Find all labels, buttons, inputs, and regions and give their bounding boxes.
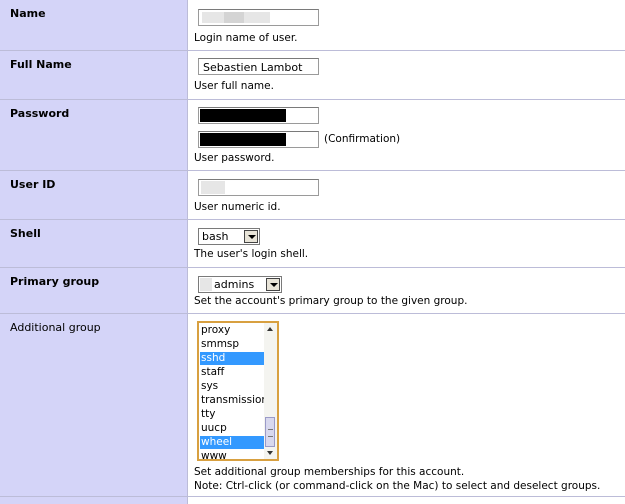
additional-group-listbox[interactable]: proxy smmsp sshd staff sys transmission … [197, 321, 279, 461]
password-confirmation-input[interactable] [198, 131, 319, 148]
list-item[interactable]: smmsp [200, 338, 264, 351]
confirmation-label: (Confirmation) [324, 133, 401, 145]
full-name-help: User full name. [194, 80, 274, 92]
list-item[interactable]: uucp [200, 422, 264, 435]
shell-label: Shell [10, 227, 41, 240]
listbox-scrollbar[interactable] [264, 323, 277, 459]
row-shell: Shell bash The user's login shell. [0, 220, 625, 267]
list-item[interactable]: wheel [200, 436, 264, 449]
row-name: Name Login name of user. [0, 0, 625, 50]
row-full-name: Full Name Sebastien Lambot User full nam… [0, 51, 625, 99]
name-input[interactable] [198, 9, 319, 26]
full-name-input[interactable]: Sebastien Lambot [198, 58, 319, 75]
password-input[interactable] [198, 107, 319, 124]
list-item[interactable]: proxy [200, 324, 264, 337]
row-primary-group: Primary group admins Set the account's p… [0, 268, 625, 313]
chevron-down-icon[interactable] [266, 278, 280, 291]
scrollbar-thumb[interactable] [265, 417, 275, 447]
list-item[interactable]: www [200, 450, 264, 459]
full-name-label: Full Name [10, 58, 72, 71]
additional-group-help: Set additional group memberships for thi… [194, 466, 465, 478]
password-help: User password. [194, 152, 275, 164]
list-item[interactable]: tty [200, 408, 264, 421]
row-password: Password (Confirmation) User password. [0, 100, 625, 170]
row-additional-group: Additional group Set additional group me… [0, 314, 625, 496]
scroll-up-icon[interactable] [264, 323, 277, 335]
user-id-label: User ID [10, 178, 56, 191]
name-label: Name [10, 7, 46, 20]
list-item[interactable]: sys [200, 380, 264, 393]
primary-group-select[interactable]: admins [198, 276, 282, 293]
scroll-down-icon[interactable] [264, 447, 277, 459]
list-item[interactable]: transmission [200, 394, 268, 407]
list-item[interactable]: sshd [200, 352, 264, 365]
user-id-input[interactable] [198, 179, 319, 196]
additional-group-note: Note: Ctrl-click (or command-click on th… [194, 480, 601, 492]
row-next [0, 497, 625, 504]
shell-help: The user's login shell. [194, 248, 309, 260]
shell-select[interactable]: bash [198, 228, 260, 245]
chevron-down-icon[interactable] [244, 230, 258, 243]
user-id-help: User numeric id. [194, 201, 281, 213]
list-item[interactable]: staff [200, 366, 264, 379]
additional-group-label: Additional group [10, 321, 101, 334]
shell-select-value: bash [202, 230, 229, 243]
password-label: Password [10, 107, 70, 120]
primary-group-help: Set the account's primary group to the g… [194, 295, 468, 307]
name-help: Login name of user. [194, 32, 298, 44]
primary-group-label: Primary group [10, 275, 100, 288]
primary-group-select-value: admins [214, 278, 255, 291]
row-user-id: User ID User numeric id. [0, 171, 625, 219]
